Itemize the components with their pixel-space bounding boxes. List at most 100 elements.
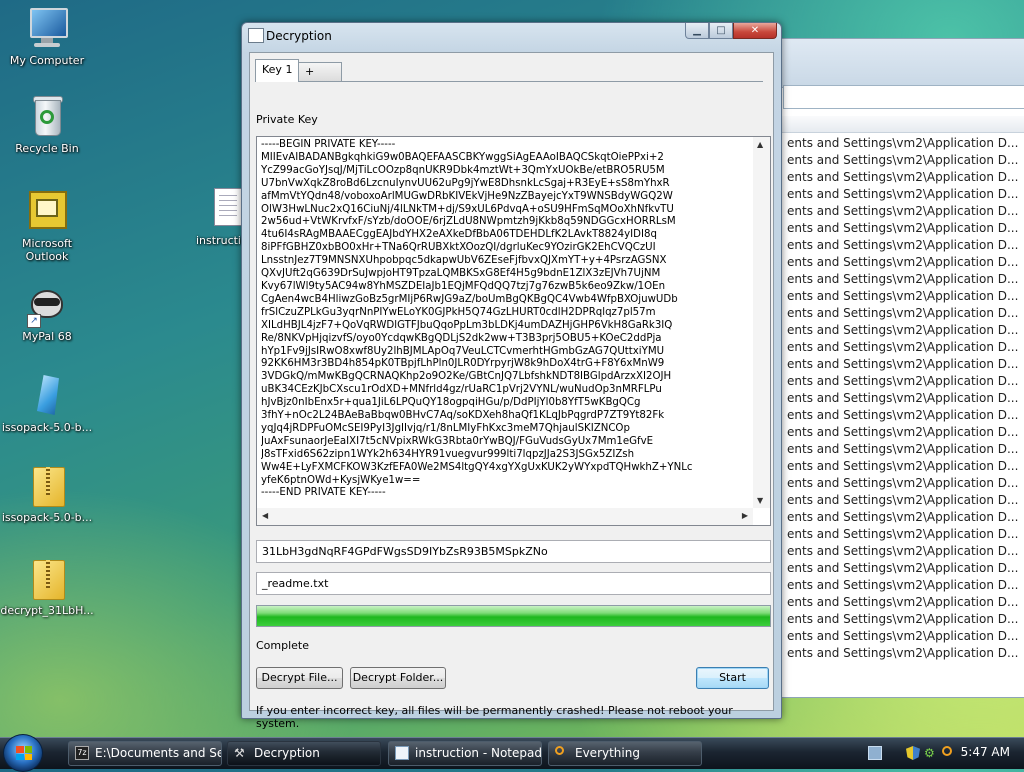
start-button[interactable]: Start — [696, 667, 769, 689]
list-item[interactable]: ents and Settings\vm2\Application D... — [787, 220, 1024, 237]
list-item[interactable]: ents and Settings\vm2\Application D... — [787, 645, 1024, 662]
list-item[interactable]: ents and Settings\vm2\Application D... — [787, 560, 1024, 577]
background-explorer-window[interactable]: ents and Settings\vm2\Application D... en… — [740, 38, 1024, 698]
decrypt-folder-button[interactable]: Decrypt Folder... — [350, 667, 446, 689]
list-item[interactable]: ents and Settings\vm2\Application D... — [787, 509, 1024, 526]
list-item[interactable]: ents and Settings\vm2\Application D... — [787, 390, 1024, 407]
list-item[interactable]: ents and Settings\vm2\Application D... — [787, 577, 1024, 594]
decryption-app-icon: ⚒ — [234, 746, 245, 760]
system-tray: ⚙ 5:47 AM — [854, 738, 1024, 769]
desktop-icon-label: MyPal 68 — [22, 330, 72, 343]
network-icon[interactable]: ⚙ — [924, 746, 938, 760]
warning-text: If you enter incorrect key, all files wi… — [256, 704, 733, 730]
list-item[interactable]: ents and Settings\vm2\Application D... — [787, 424, 1024, 441]
start-button[interactable] — [3, 734, 43, 772]
list-item[interactable]: ents and Settings\vm2\Application D... — [787, 322, 1024, 339]
list-item[interactable]: ents and Settings\vm2\Application D... — [787, 475, 1024, 492]
list-item[interactable]: ents and Settings\vm2\Application D... — [787, 543, 1024, 560]
vertical-scrollbar[interactable]: ▲ ▼ — [753, 137, 770, 508]
dialog-titlebar[interactable]: Decryption ▁ □ ✕ — [242, 23, 781, 49]
installer-crystal-icon — [25, 373, 69, 417]
maximize-icon: □ — [716, 25, 726, 36]
zip-folder-icon — [25, 556, 69, 600]
list-item[interactable]: ents and Settings\vm2\Application D... — [787, 203, 1024, 220]
horizontal-scrollbar[interactable]: ◀ ▶ — [257, 508, 753, 525]
magnifier-icon — [555, 746, 564, 755]
desktop-icon-mypal[interactable]: ↗ MyPal 68 — [0, 282, 95, 343]
taskbar-button-everything[interactable]: Everything — [548, 741, 702, 766]
progress-bar-fill — [257, 606, 770, 626]
taskbar-button-label: E:\Documents and Se... — [95, 746, 222, 760]
status-text: Complete — [256, 639, 310, 652]
raccoon-browser-icon: ↗ — [25, 282, 69, 328]
decryption-dialog[interactable]: Decryption ▁ □ ✕ Key 1 + Private Key ---… — [241, 22, 782, 730]
taskbar-button-notepad[interactable]: instruction - Notepad — [388, 741, 542, 766]
list-item[interactable]: ents and Settings\vm2\Application D... — [787, 407, 1024, 424]
desktop-icon-issopack-1[interactable]: issopack-5.0-b... — [0, 373, 95, 434]
desktop-icon-issopack-2[interactable]: issopack-5.0-b... — [0, 463, 95, 524]
list-item[interactable]: ents and Settings\vm2\Application D... — [787, 169, 1024, 186]
scroll-down-icon[interactable]: ▼ — [757, 496, 763, 505]
background-window-address-bar[interactable] — [783, 85, 1024, 109]
taskbar-button-label: Decryption — [254, 746, 320, 760]
minimize-icon: ▁ — [693, 25, 701, 36]
scroll-up-icon[interactable]: ▲ — [757, 140, 763, 149]
zip-folder-icon — [25, 463, 69, 507]
taskbar-button-label: instruction - Notepad — [415, 746, 542, 760]
taskbar-button-decryption[interactable]: ⚒ Decryption — [227, 741, 381, 766]
background-window-toolbar — [741, 39, 1024, 88]
list-item[interactable]: ents and Settings\vm2\Application D... — [787, 492, 1024, 509]
list-item[interactable]: ents and Settings\vm2\Application D... — [787, 356, 1024, 373]
key-id-field[interactable]: 31LbH3gdNqRF4GPdFWgsSD9IYbZsR93B5MSpkZNo — [256, 540, 771, 563]
list-item[interactable]: ents and Settings\vm2\Application D... — [787, 237, 1024, 254]
list-item[interactable]: ents and Settings\vm2\Application D... — [787, 611, 1024, 628]
background-window-file-list[interactable]: ents and Settings\vm2\Application D... en… — [787, 135, 1024, 662]
taskbar-button-explorer[interactable]: 7z E:\Documents and Se... — [68, 741, 222, 766]
desktop-icon-outlook[interactable]: Microsoft Outlook — [0, 189, 95, 263]
list-item[interactable]: ents and Settings\vm2\Application D... — [787, 628, 1024, 645]
minimize-button[interactable]: ▁ — [685, 23, 709, 39]
desktop-icon-my-computer[interactable]: My Computer — [0, 6, 95, 67]
list-item[interactable]: ents and Settings\vm2\Application D... — [787, 305, 1024, 322]
list-item[interactable]: ents and Settings\vm2\Application D... — [787, 458, 1024, 475]
close-icon: ✕ — [750, 25, 760, 36]
clock[interactable]: 5:47 AM — [961, 745, 1010, 759]
background-window-column-header[interactable] — [741, 116, 1024, 133]
keyboard-icon[interactable] — [868, 746, 882, 760]
desktop-icon-label: issopack-5.0-b... — [1, 511, 93, 524]
tab-add-key[interactable]: + — [298, 62, 342, 81]
windows-logo-icon — [16, 746, 32, 760]
desktop-icon-decrypt-zip[interactable]: decrypt_31LbH... — [0, 556, 95, 617]
list-item[interactable]: ents and Settings\vm2\Application D... — [787, 526, 1024, 543]
security-shield-icon[interactable] — [906, 746, 920, 760]
scroll-left-icon[interactable]: ◀ — [262, 511, 268, 520]
list-item[interactable]: ents and Settings\vm2\Application D... — [787, 441, 1024, 458]
list-item[interactable]: ents and Settings\vm2\Application D... — [787, 135, 1024, 152]
desktop-icon-recycle-bin[interactable]: Recycle Bin — [0, 94, 95, 155]
desktop-icon-label: decrypt_31LbH... — [0, 604, 94, 617]
desktop-icon-label: Microsoft Outlook — [21, 237, 73, 263]
private-key-label: Private Key — [256, 113, 318, 126]
list-item[interactable]: ents and Settings\vm2\Application D... — [787, 594, 1024, 611]
magnifier-icon[interactable] — [942, 746, 952, 756]
desktop-icon-instruction[interactable]: instruction — [180, 186, 255, 247]
7zip-icon: 7z — [75, 746, 89, 760]
notepad-icon — [395, 746, 409, 760]
list-item[interactable]: ents and Settings\vm2\Application D... — [787, 288, 1024, 305]
list-item[interactable]: ents and Settings\vm2\Application D... — [787, 152, 1024, 169]
list-item[interactable]: ents and Settings\vm2\Application D... — [787, 254, 1024, 271]
private-key-textarea[interactable]: -----BEGIN PRIVATE KEY----- MIIEvAIBADAN… — [256, 136, 771, 526]
taskbar: 7z E:\Documents and Se... ⚒ Decryption i… — [0, 734, 1024, 772]
maximize-button[interactable]: □ — [709, 23, 733, 39]
close-button[interactable]: ✕ — [733, 23, 777, 39]
list-item[interactable]: ents and Settings\vm2\Application D... — [787, 339, 1024, 356]
decrypt-file-button[interactable]: Decrypt File... — [256, 667, 343, 689]
tab-key-1[interactable]: Key 1 — [255, 59, 300, 82]
private-key-text[interactable]: -----BEGIN PRIVATE KEY----- MIIEvAIBADAN… — [261, 139, 752, 507]
readme-filename-field[interactable]: _readme.txt — [256, 572, 771, 595]
list-item[interactable]: ents and Settings\vm2\Application D... — [787, 271, 1024, 288]
dialog-title: Decryption — [266, 29, 332, 43]
scroll-right-icon[interactable]: ▶ — [742, 511, 748, 520]
list-item[interactable]: ents and Settings\vm2\Application D... — [787, 186, 1024, 203]
list-item[interactable]: ents and Settings\vm2\Application D... — [787, 373, 1024, 390]
